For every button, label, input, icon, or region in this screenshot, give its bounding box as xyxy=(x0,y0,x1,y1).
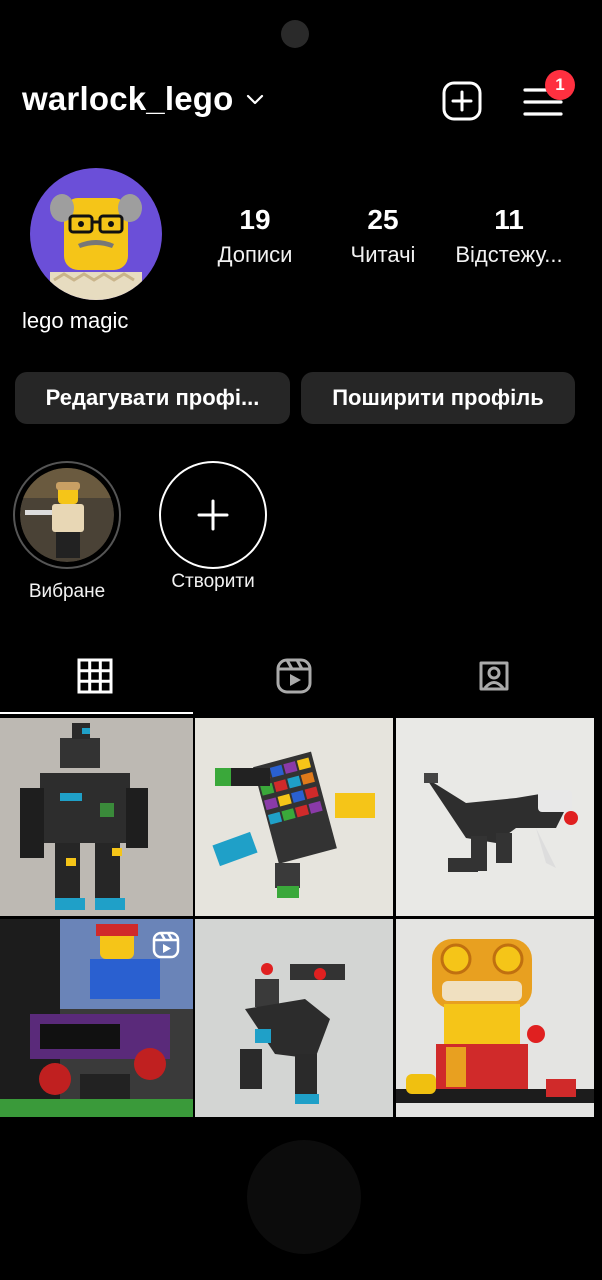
stat-label: Відстежу... xyxy=(455,242,563,267)
front-camera xyxy=(281,20,309,48)
posts-count[interactable]: 19 Дописи xyxy=(200,204,310,268)
username: warlock_lego xyxy=(22,80,234,117)
grid-icon[interactable] xyxy=(76,657,114,695)
plus-icon xyxy=(197,499,229,531)
notification-badge: 1 xyxy=(545,70,575,100)
stat-value: 25 xyxy=(367,204,399,235)
reels-icon[interactable] xyxy=(275,657,313,695)
account-switcher[interactable]: warlock_lego xyxy=(22,80,266,118)
reel-indicator-icon xyxy=(152,931,180,959)
stat-value: 19 xyxy=(239,204,271,235)
share-profile-button[interactable]: Поширити профіль xyxy=(301,372,575,424)
edit-profile-button[interactable]: Редагувати профі... xyxy=(15,372,290,424)
home-gesture-button[interactable] xyxy=(247,1140,361,1254)
highlight-cover-image xyxy=(20,468,114,562)
selected-tab-indicator xyxy=(0,712,193,714)
post-thumbnail[interactable] xyxy=(396,919,594,1117)
highlight-label: Вибране xyxy=(28,581,106,602)
post-image xyxy=(195,919,393,1117)
highlight-favorites[interactable]: Вибране xyxy=(13,461,121,603)
avatar[interactable] xyxy=(30,168,162,300)
post-thumbnail[interactable] xyxy=(195,919,393,1117)
post-thumbnail[interactable] xyxy=(195,718,393,916)
highlight-ring xyxy=(159,461,267,569)
post-image xyxy=(195,718,393,916)
chevron-down-icon xyxy=(246,94,263,105)
post-image xyxy=(396,919,594,1117)
post-image xyxy=(0,718,193,916)
create-post-icon[interactable] xyxy=(441,80,483,122)
stat-label: Читачі xyxy=(350,242,416,267)
tagged-icon[interactable] xyxy=(475,657,513,695)
post-image xyxy=(396,718,594,916)
followers-count[interactable]: 25 Читачі xyxy=(328,204,438,268)
stat-value: 11 xyxy=(494,204,524,235)
post-thumbnail[interactable] xyxy=(0,919,193,1117)
display-name: lego magic xyxy=(22,308,129,333)
avatar-image xyxy=(30,168,162,300)
highlight-label: Створити xyxy=(171,571,255,592)
stat-label: Дописи xyxy=(217,242,293,267)
following-count[interactable]: 11 Відстежу... xyxy=(448,204,570,268)
highlight-ring xyxy=(13,461,121,569)
post-thumbnail[interactable] xyxy=(396,718,594,916)
post-thumbnail[interactable] xyxy=(0,718,193,916)
highlight-create[interactable]: Створити xyxy=(159,461,267,593)
